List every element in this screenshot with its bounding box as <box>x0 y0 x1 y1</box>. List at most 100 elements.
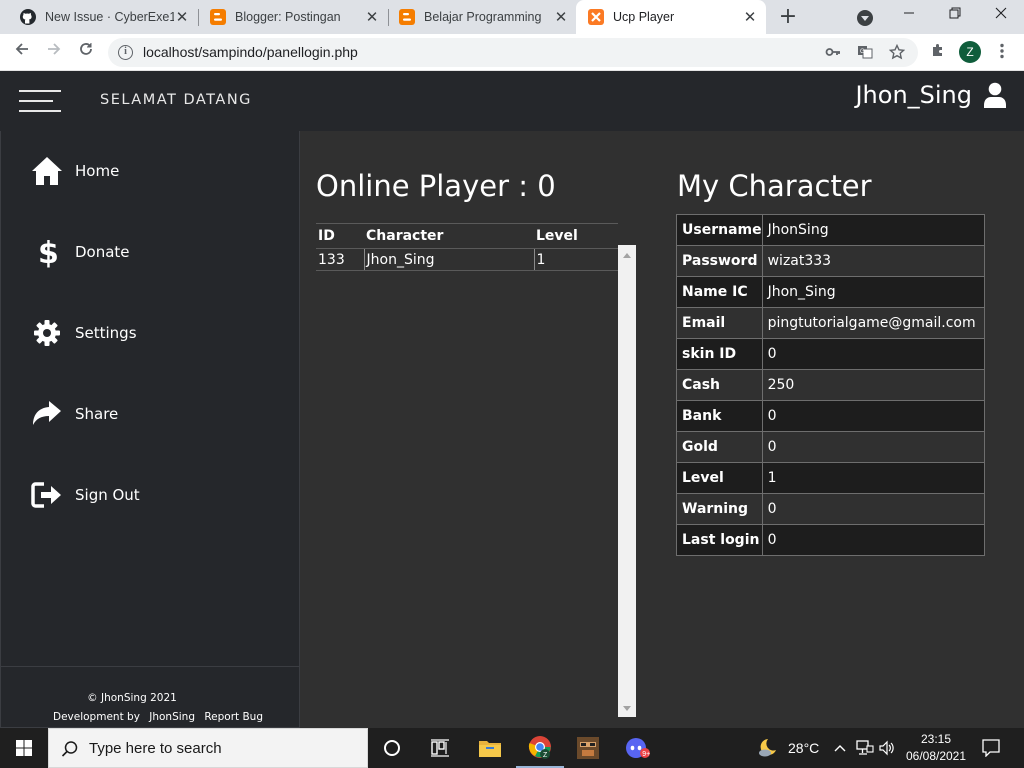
sidebar-item-label: Settings <box>75 324 137 342</box>
address-bar[interactable]: i localhost/sampindo/panellogin.php G <box>108 38 918 67</box>
close-icon <box>995 7 1007 19</box>
minimize-button[interactable] <box>886 0 932 30</box>
user-icon[interactable] <box>984 82 1006 108</box>
sidebar-item-home[interactable]: Home <box>31 153 119 189</box>
browser-tab-ucp-player[interactable]: Ucp Player ✕ <box>576 0 766 34</box>
field-label: Password <box>676 245 763 277</box>
navbar-username[interactable]: Jhon_Sing <box>855 81 972 109</box>
table-header-row: ID Character Level <box>316 223 618 249</box>
online-player-table: ID Character Level 133 Jhon_Sing 1 <box>316 223 618 271</box>
app-button-game[interactable] <box>564 728 612 768</box>
table-row: Password wizat333 <box>676 245 986 277</box>
field-value: pingtutorialgame@gmail.com <box>761 307 986 339</box>
weather-widget[interactable]: 28°C <box>756 728 819 768</box>
sidebar-item-sign-out[interactable]: Sign Out <box>31 477 140 513</box>
sign-out-icon <box>31 479 63 511</box>
profile-avatar[interactable]: Z <box>959 41 981 63</box>
tab-search-button[interactable] <box>857 10 873 26</box>
tray-show-hidden-icons[interactable] <box>834 728 846 768</box>
restore-button[interactable] <box>932 0 978 30</box>
extensions-icon[interactable] <box>928 42 948 62</box>
tray-network[interactable] <box>856 728 874 768</box>
site-info-icon[interactable]: i <box>118 45 133 60</box>
close-icon[interactable]: ✕ <box>364 8 380 26</box>
field-label: Warning <box>676 493 763 525</box>
column-header-level: Level <box>534 223 618 249</box>
field-value: Jhon_Sing <box>761 276 986 308</box>
sidebar-item-label: Share <box>75 405 119 423</box>
sidebar-item-label: Home <box>75 162 120 180</box>
table-row: Cash 250 <box>676 369 986 401</box>
bookmark-star-icon[interactable] <box>888 43 906 62</box>
start-button[interactable] <box>0 728 48 768</box>
table-row: Name IC Jhon_Sing <box>676 276 986 308</box>
close-icon[interactable]: ✕ <box>553 8 569 26</box>
reload-button[interactable] <box>73 39 99 65</box>
notification-center-button[interactable] <box>982 728 1000 768</box>
app-button-discord[interactable]: 9+ <box>614 728 662 768</box>
cell-level: 1 <box>534 248 618 271</box>
field-label: skin ID <box>676 338 763 370</box>
file-explorer-button[interactable] <box>466 728 514 768</box>
chrome-button[interactable]: Z <box>516 728 564 768</box>
field-label: Bank <box>676 400 763 432</box>
taskbar-clock[interactable]: 23:15 06/08/2021 <box>900 731 972 765</box>
cortana-button[interactable] <box>368 728 416 768</box>
back-arrow-icon <box>15 43 28 55</box>
sidebar-item-settings[interactable]: Settings <box>31 315 137 351</box>
close-icon[interactable]: ✕ <box>742 8 758 26</box>
report-bug-link[interactable]: Report Bug <box>204 711 263 723</box>
field-label: Gold <box>676 431 763 463</box>
column-header-character: Character <box>364 223 534 249</box>
task-view-button[interactable] <box>416 728 464 768</box>
tab-label: New Issue · CyberExe12 <box>45 10 174 24</box>
page-viewport: SELAMAT DATANG Jhon_Sing Home $ Donate S… <box>0 71 1024 728</box>
scroll-up-arrow-icon[interactable] <box>623 253 631 258</box>
translate-icon[interactable]: G <box>856 44 874 62</box>
close-window-button[interactable] <box>978 0 1024 30</box>
browser-menu-icon[interactable] <box>994 43 1010 63</box>
back-button[interactable] <box>9 39 35 65</box>
online-table-scrollbar[interactable] <box>618 245 636 717</box>
sidebar-footer: © JhonSing 2021 Development by JhonSing … <box>1 666 299 728</box>
field-value: 0 <box>761 524 986 556</box>
sidebar-item-label: Sign Out <box>75 486 140 504</box>
developer-name-link[interactable]: JhonSing <box>149 711 195 723</box>
table-row: skin ID 0 <box>676 338 986 370</box>
home-icon <box>31 155 63 187</box>
table-row: Gold 0 <box>676 431 986 463</box>
network-icon <box>856 740 874 755</box>
xampp-icon <box>588 9 604 25</box>
taskbar-search-input[interactable]: Type here to search <box>48 728 368 768</box>
online-player-title: Online Player : 0 <box>316 169 556 203</box>
moon-cloud-icon <box>759 739 776 757</box>
new-tab-button[interactable]: + <box>776 4 800 30</box>
sidebar-item-label: Donate <box>75 243 130 261</box>
url-text[interactable]: localhost/sampindo/panellogin.php <box>143 44 358 60</box>
field-label: Last login <box>676 524 763 556</box>
blogger-icon <box>399 9 415 25</box>
key-icon[interactable] <box>824 44 842 62</box>
field-value: 250 <box>761 369 986 401</box>
browser-tab-blogger-postingan[interactable]: Blogger: Postingan ✕ <box>198 0 388 34</box>
field-value: JhonSing <box>761 214 986 246</box>
blogger-icon <box>210 9 226 25</box>
field-value: 0 <box>761 400 986 432</box>
chrome-icon: Z <box>528 736 551 759</box>
scroll-down-arrow-icon[interactable] <box>623 706 631 711</box>
minimize-icon <box>904 12 914 14</box>
clock-date: 06/08/2021 <box>905 749 967 763</box>
browser-tab-belajar-programming[interactable]: Belajar Programming ✕ <box>387 0 577 34</box>
task-view-icon <box>431 739 449 757</box>
close-icon[interactable]: ✕ <box>174 8 190 26</box>
browser-tab-github[interactable]: New Issue · CyberExe12 ✕ <box>8 0 198 34</box>
table-row: 133 Jhon_Sing 1 <box>316 248 618 271</box>
field-label: Email <box>676 307 763 339</box>
dollar-icon: $ <box>31 236 63 268</box>
sidebar-item-donate[interactable]: $ Donate <box>31 234 130 270</box>
sidebar-item-share[interactable]: Share <box>31 396 118 432</box>
forward-button[interactable] <box>41 39 67 65</box>
field-label: Name IC <box>676 276 763 308</box>
hamburger-menu-icon[interactable] <box>19 88 61 114</box>
tray-volume[interactable] <box>878 728 896 768</box>
